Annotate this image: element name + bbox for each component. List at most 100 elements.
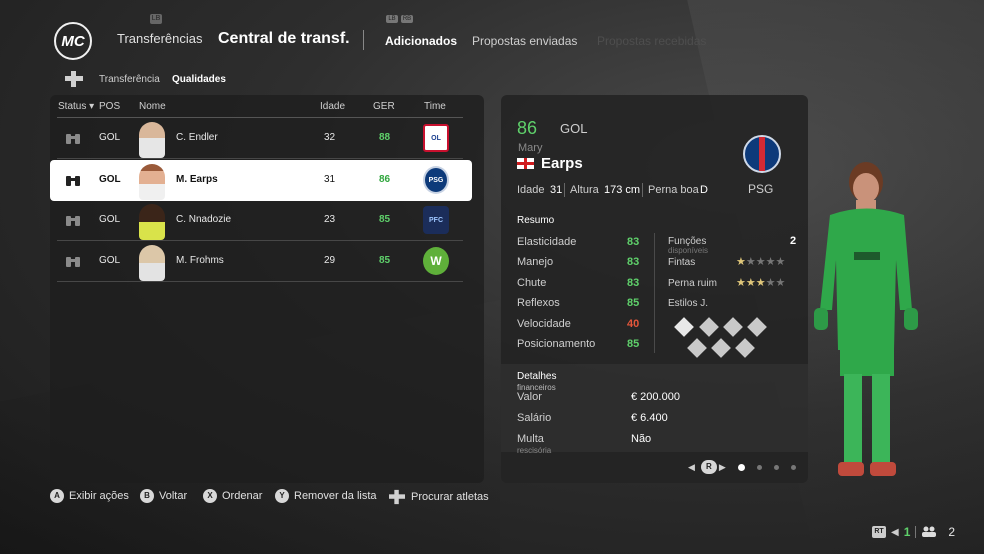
playstyle-icon[interactable] (747, 317, 767, 337)
col-header-age[interactable]: Idade (320, 101, 345, 112)
player-position: GOL (99, 174, 121, 185)
col-header-team[interactable]: Time (424, 101, 446, 112)
a-button-icon: A (50, 489, 64, 503)
height-label: Altura (570, 184, 599, 196)
arrow-left-icon: ◀ (688, 461, 695, 472)
player-age: 23 (324, 214, 336, 225)
col-header-pos[interactable]: POS (99, 101, 120, 112)
table-row[interactable]: GOL M. Frohms 29 85 W (57, 241, 463, 282)
hint-label: Procurar atletas (411, 491, 489, 503)
subtab-qualities[interactable]: Qualidades (172, 74, 226, 85)
release-clause-label: Multa (517, 433, 544, 445)
player-avatar (139, 164, 165, 200)
hint-label: Remover da lista (294, 490, 377, 502)
playstyle-icon[interactable] (674, 317, 694, 337)
column-separator (654, 233, 655, 353)
salary-amount: € 6.400 (631, 412, 668, 424)
arrow-left-icon: ◀ (891, 526, 899, 538)
attr-label: Posicionamento (517, 338, 596, 350)
weak-foot-stars: ★★★★★ (736, 277, 786, 289)
player-rating: 85 (379, 255, 391, 266)
attr-value: 83 (627, 277, 640, 289)
hint-back[interactable]: B Voltar (140, 489, 187, 503)
attr-value: 85 (627, 297, 640, 309)
player-render-image (814, 162, 918, 476)
breadcrumb-transfers[interactable]: Transferências (117, 31, 203, 46)
bumper-hint-icons: LB RB (386, 15, 413, 23)
club-crest-icon: W (423, 247, 449, 275)
r-stick-icon: R (700, 460, 717, 474)
binoculars-icon (66, 176, 80, 186)
functions-sub-label: disponíveis (668, 246, 709, 255)
x-button-icon: X (203, 489, 217, 503)
header-divider (363, 30, 364, 50)
col-header-status[interactable]: Status ▾ (58, 101, 94, 112)
playstyle-icon[interactable] (723, 317, 743, 337)
binoculars-icon (66, 257, 80, 267)
tab-received-offers[interactable]: Propostas recebidas (597, 34, 706, 48)
player-age: 32 (324, 132, 336, 143)
footer-status: RT ◀ 1 2 (872, 525, 955, 539)
age-value: 31 (550, 184, 563, 196)
hint-show-actions[interactable]: A Exibir ações (50, 489, 129, 503)
detail-club: PSG (748, 182, 774, 196)
player-avatar (139, 122, 165, 158)
foot-label: Perna boa (648, 184, 699, 196)
footer-divider (915, 526, 917, 538)
detail-last-name: Earps (541, 155, 583, 172)
subtab-transfer[interactable]: Transferência (99, 74, 160, 85)
dpad-icon (65, 71, 83, 87)
england-flag-icon (517, 158, 534, 169)
attr-label: Velocidade (517, 318, 571, 330)
club-crest-icon: OL (423, 124, 449, 152)
binoculars-icon (66, 134, 80, 144)
player-avatar (139, 245, 165, 281)
playstyle-icon[interactable] (687, 338, 707, 358)
player-age: 29 (324, 255, 336, 266)
dpad-icon (389, 489, 405, 505)
attr-value: 83 (627, 256, 640, 268)
value-amount: € 200.000 (631, 391, 680, 403)
page-title: Central de transf. (218, 30, 350, 47)
hint-label: Voltar (159, 490, 188, 502)
club-crest-icon (743, 135, 781, 173)
col-header-name[interactable]: Nome (139, 101, 166, 112)
detail-rating: 86 (517, 118, 538, 138)
hint-label: Exibir ações (69, 490, 129, 502)
player-position: GOL (99, 214, 121, 225)
table-row-selected[interactable]: GOL M. Earps 31 86 PSG (50, 160, 472, 201)
release-clause-value: Não (631, 433, 652, 445)
player-avatar (139, 204, 165, 240)
page-dot-active[interactable] (737, 463, 745, 471)
table-row[interactable]: GOL C. Endler 32 88 OL (57, 118, 463, 159)
player-rating: 88 (379, 132, 391, 143)
player-position: GOL (99, 132, 121, 143)
value-label: Valor (517, 391, 542, 403)
detail-first-name: Mary (518, 142, 543, 154)
player-position: GOL (99, 255, 121, 266)
weak-foot-label: Perna ruim (668, 278, 717, 289)
player-name: C. Endler (176, 132, 218, 143)
y-button-icon: Y (275, 489, 289, 503)
playstyles-label: Estilos J. (668, 298, 709, 309)
page-dot[interactable] (790, 464, 796, 470)
playstyle-icon[interactable] (735, 338, 755, 358)
player-rating: 86 (379, 174, 391, 185)
hint-search-players[interactable]: Procurar atletas (388, 489, 489, 505)
detail-pager[interactable]: ◀ R ▶ (688, 460, 796, 474)
page-dot[interactable] (756, 464, 762, 470)
hint-remove-from-list[interactable]: Y Remover da lista (275, 489, 377, 503)
attr-value: 85 (627, 338, 640, 350)
attr-label: Chute (517, 277, 547, 289)
playstyle-icon[interactable] (699, 317, 719, 337)
hint-label: Ordenar (222, 490, 263, 502)
col-header-ger[interactable]: GER (373, 101, 395, 112)
finance-title: Detalhes (517, 371, 557, 382)
playstyle-icon[interactable] (711, 338, 731, 358)
tab-added[interactable]: Adicionados (385, 34, 457, 48)
hint-sort[interactable]: X Ordenar (203, 489, 262, 503)
tab-sent-offers[interactable]: Propostas enviadas (472, 34, 577, 48)
page-dot[interactable] (773, 464, 779, 470)
table-row[interactable]: GOL C. Nnadozie 23 85 PFC (57, 200, 463, 241)
info-separator (564, 183, 565, 197)
